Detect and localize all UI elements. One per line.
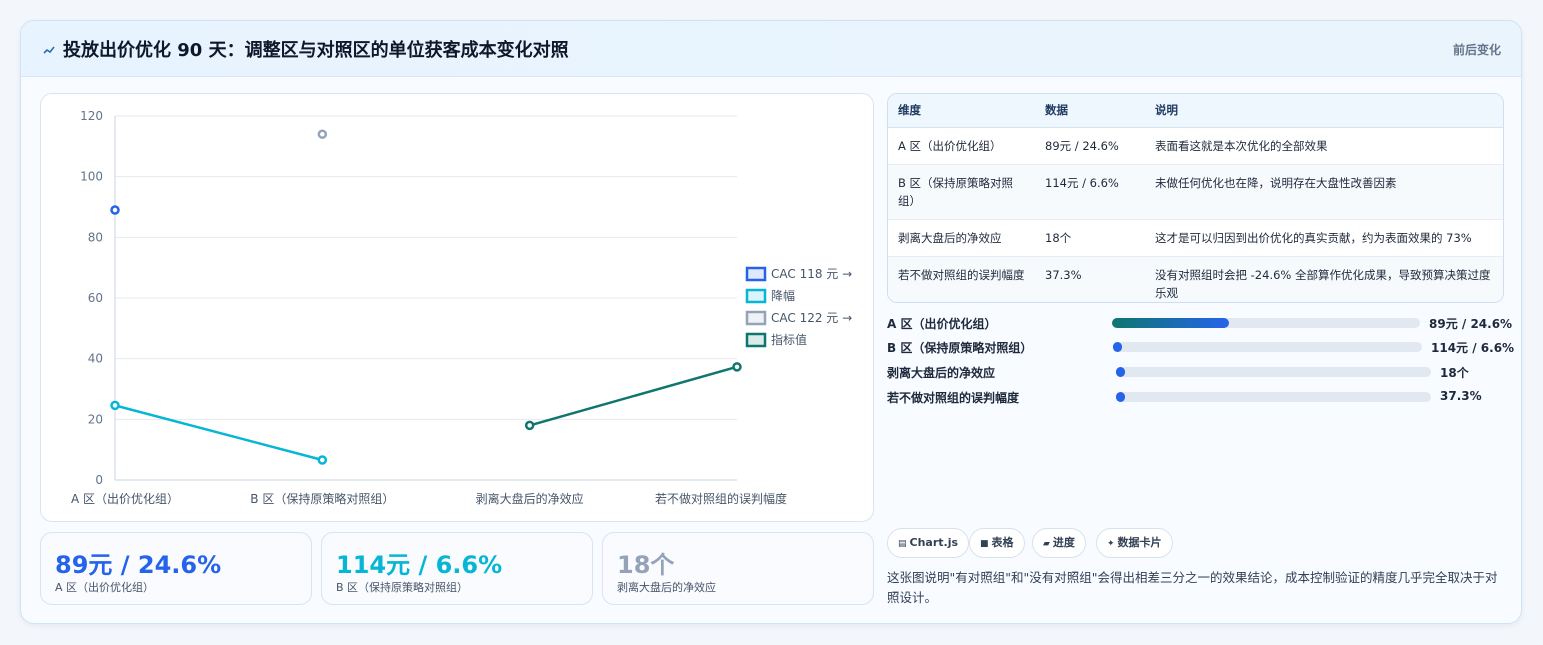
kpi-label: B 区（保持原策略对照组） xyxy=(336,581,469,594)
data-table-panel: 维度 数据 说明 A 区（出价优化组） 89元 / 24.6% 表面看这就是本次… xyxy=(887,93,1504,303)
table-row: A 区（出价优化组） 89元 / 24.6% 表面看这就是本次优化的全部效果 xyxy=(888,127,1503,165)
progress-track xyxy=(1112,318,1420,328)
chip-label: Chart.js xyxy=(909,536,959,549)
chip-label: 表格 xyxy=(991,536,1014,549)
table-cell: 114元 / 6.6% xyxy=(1035,164,1145,220)
table-cell: 这才是可以归因到出价优化的真实贡献，约为表面效果的 73% xyxy=(1145,219,1503,257)
kpi-card-net: 18个 剥离大盘后的净效应 xyxy=(602,532,874,605)
progress-row-b: B 区（保持原策略对照组） 114元 / 6.6% xyxy=(887,337,1514,357)
table-header-cell: 说明 xyxy=(1145,94,1503,128)
progress-row-net: 剥离大盘后的净效应 18个 xyxy=(887,362,1507,382)
y-tick-label: 40 xyxy=(88,352,103,366)
progress-fill xyxy=(1112,318,1230,328)
table-cell: 表面看这就是本次优化的全部效果 xyxy=(1145,127,1503,165)
line-chart-panel: 0 20 40 60 80 100 120 A 区（出价优化组） B 区（保持原策略对照组） 剥离… xyxy=(40,93,874,522)
progress-label: A 区（出价优化组） xyxy=(887,317,997,331)
table-cell: B 区（保持原策略对照组） xyxy=(888,164,1035,220)
progress-track xyxy=(1116,367,1431,377)
page-title: 投放出价优化 90 天：调整区与对照区的单位获客成本变化对照 xyxy=(63,40,569,61)
progress-icon: ▰ xyxy=(1043,539,1050,549)
data-point xyxy=(524,420,535,431)
progress-fill xyxy=(1116,392,1126,402)
chip-label: 进度 xyxy=(1052,536,1075,549)
progress-value: 114元 / 6.6% xyxy=(1431,341,1515,355)
line-chart: 0 20 40 60 80 100 120 A 区（出价优化组） B 区（保持原策略对照组） 剥离… xyxy=(71,109,852,506)
progress-track xyxy=(1113,342,1422,352)
legend-swatch xyxy=(745,310,767,326)
progress-label: 若不做对照组的误判幅度 xyxy=(887,391,1020,405)
dashboard-card: 投放出价优化 90 天：调整区与对照区的单位获客成本变化对照 前后变化 0 20 4… xyxy=(20,20,1522,624)
kpi-value: 18个 xyxy=(617,551,675,579)
y-tick-label: 20 xyxy=(88,412,103,426)
table-cell: 37.3% xyxy=(1035,256,1145,302)
table-header-cell: 数据 xyxy=(1035,94,1145,128)
x-tick-label: A 区（出价优化组） xyxy=(71,492,179,506)
x-tick-label: B 区（保持原策略对照组） xyxy=(250,491,394,506)
y-tick-label: 0 xyxy=(95,473,103,487)
table-cell: 没有对照组时会把 -24.6% 全部算作优化成果，导致预算决策过度乐观 xyxy=(1145,256,1503,302)
table-header-cell: 维度 xyxy=(888,94,1035,128)
chip-data-card[interactable]: ✦ 数据卡片 xyxy=(1096,528,1173,558)
series-line xyxy=(114,404,323,462)
y-tick-label: 120 xyxy=(80,109,103,123)
legend-label: 降幅 xyxy=(771,288,795,303)
progress-value: 89元 / 24.6% xyxy=(1429,317,1513,331)
progress-value: 18个 xyxy=(1440,366,1469,380)
data-table: 维度 数据 说明 A 区（出价优化组） 89元 / 24.6% 表面看这就是本次… xyxy=(888,94,1503,302)
y-tick-label: 80 xyxy=(88,230,103,244)
table-cell: 若不做对照组的误判幅度 xyxy=(888,256,1035,302)
progress-row-a: A 区（出价优化组） 89元 / 24.6% xyxy=(887,313,1512,333)
kpi-label: A 区（出价优化组） xyxy=(55,581,155,594)
header-tag: 前后变化 xyxy=(1452,43,1501,57)
table-cell: 89元 / 24.6% xyxy=(1035,127,1145,165)
legend-label: CAC 118 元 → xyxy=(771,267,852,281)
table-row: B 区（保持原策略对照组） 114元 / 6.6% 未做任何优化也在降，说明存在… xyxy=(888,164,1503,220)
table-row: 若不做对照组的误判幅度 37.3% 没有对照组时会把 -24.6% 全部算作优化… xyxy=(888,256,1503,302)
chart-icon: ▤ xyxy=(898,539,907,549)
progress-label: 剥离大盘后的净效应 xyxy=(887,366,996,380)
y-tick-label: 100 xyxy=(80,170,103,184)
chip-label: 数据卡片 xyxy=(1117,536,1162,549)
progress-label: B 区（保持原策略对照组） xyxy=(887,341,1033,355)
chip-chartjs[interactable]: ▤ Chart.js xyxy=(887,528,970,558)
progress-value: 37.3% xyxy=(1440,389,1482,403)
kpi-card-a: 89元 / 24.6% A 区（出价优化组） xyxy=(40,532,312,605)
card-header: 投放出价优化 90 天：调整区与对照区的单位获客成本变化对照 前后变化 xyxy=(21,21,1521,77)
table-header-row: 维度 数据 说明 xyxy=(888,94,1503,128)
table-cell: 未做任何优化也在降，说明存在大盘性改善因素 xyxy=(1145,164,1503,220)
x-tick-label: 若不做对照组的误判幅度 xyxy=(655,491,787,506)
data-point xyxy=(317,129,328,139)
data-point xyxy=(732,362,742,372)
progress-fill xyxy=(1113,342,1123,352)
table-cell: 18个 xyxy=(1035,219,1145,257)
kpi-value: 114元 / 6.6% xyxy=(336,551,503,579)
progress-row-error: 若不做对照组的误判幅度 37.3% xyxy=(887,387,1507,407)
chip-progress[interactable]: ▰ 进度 xyxy=(1032,528,1086,558)
y-tick-label: 60 xyxy=(88,291,103,305)
kpi-label: 剥离大盘后的净效应 xyxy=(617,581,716,594)
legend-swatch xyxy=(745,288,767,304)
card-icon: ✦ xyxy=(1107,539,1115,549)
data-point xyxy=(110,400,120,411)
legend-label: 指标值 xyxy=(771,332,807,347)
kpi-card-b: 114元 / 6.6% B 区（保持原策略对照组） xyxy=(321,532,593,605)
table-cell: A 区（出价优化组） xyxy=(888,127,1035,165)
summary-note: 这张图说明"有对照组"和"没有对照组"会得出相差三分之一的效果结论，成本控制验证… xyxy=(887,570,1498,605)
legend-swatch xyxy=(745,266,767,282)
x-tick-label: 剥离大盘后的净效应 xyxy=(476,491,584,506)
table-cell: 剥离大盘后的净效应 xyxy=(888,219,1035,257)
progress-fill xyxy=(1116,367,1126,377)
series-line xyxy=(529,365,738,427)
kpi-value: 89元 / 24.6% xyxy=(55,551,222,579)
table-icon: ■ xyxy=(980,539,989,549)
table-row: 剥离大盘后的净效应 18个 这才是可以归因到出价优化的真实贡献，约为表面效果的 … xyxy=(888,219,1503,257)
progress-track xyxy=(1116,392,1431,402)
trend-icon xyxy=(43,41,55,54)
data-point xyxy=(317,455,328,465)
legend-swatch xyxy=(745,332,767,348)
chip-table[interactable]: ■ 表格 xyxy=(969,528,1025,558)
legend-label: CAC 122 元 → xyxy=(771,311,852,325)
data-point xyxy=(110,205,120,215)
